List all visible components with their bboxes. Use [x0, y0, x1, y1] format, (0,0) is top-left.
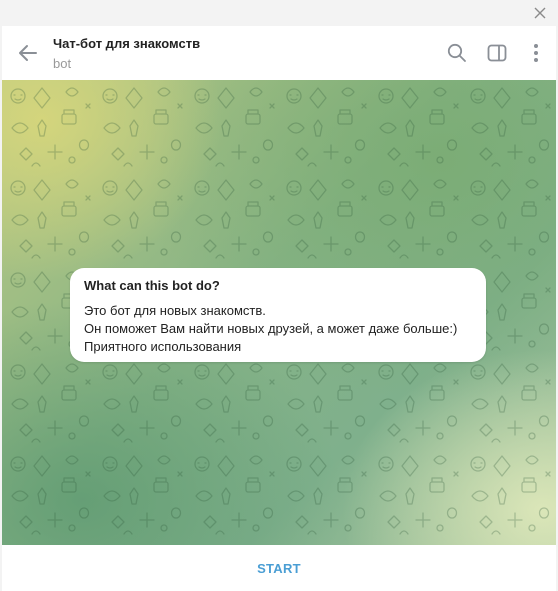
- more-vertical-icon: [534, 44, 538, 62]
- arrow-left-icon: [19, 45, 37, 61]
- back-button[interactable]: [16, 41, 40, 65]
- bot-info-title: What can this bot do?: [84, 278, 220, 293]
- chat-header: Чат-бот для знакомств bot: [2, 26, 556, 80]
- start-button[interactable]: START: [227, 553, 331, 584]
- close-icon: [534, 7, 546, 19]
- more-menu-button[interactable]: [526, 40, 546, 66]
- bot-info-card: What can this bot do? Это бот для новых …: [70, 268, 486, 362]
- chat-frame: Чат-бот для знакомств bot What can this …: [2, 26, 556, 591]
- app-window: Чат-бот для знакомств bot What can this …: [0, 0, 558, 591]
- bot-info-line: Он поможет Вам найти новых друзей, а мож…: [84, 321, 458, 336]
- bot-info-line: Приятного использования: [84, 339, 242, 354]
- sidebar-toggle-button[interactable]: [486, 42, 508, 64]
- search-icon: [447, 43, 466, 62]
- chat-subtitle: bot: [53, 56, 72, 71]
- window-titlebar: [0, 0, 558, 26]
- bot-info-line: Это бот для новых знакомств.: [84, 303, 266, 318]
- chat-background: What can this bot do? Это бот для новых …: [2, 80, 556, 545]
- search-button[interactable]: [446, 42, 468, 64]
- sidebar-toggle-icon: [487, 44, 507, 62]
- window-close-button[interactable]: [532, 5, 548, 21]
- chat-title[interactable]: Чат-бот для знакомств: [53, 36, 200, 51]
- chat-footer: START: [2, 545, 556, 591]
